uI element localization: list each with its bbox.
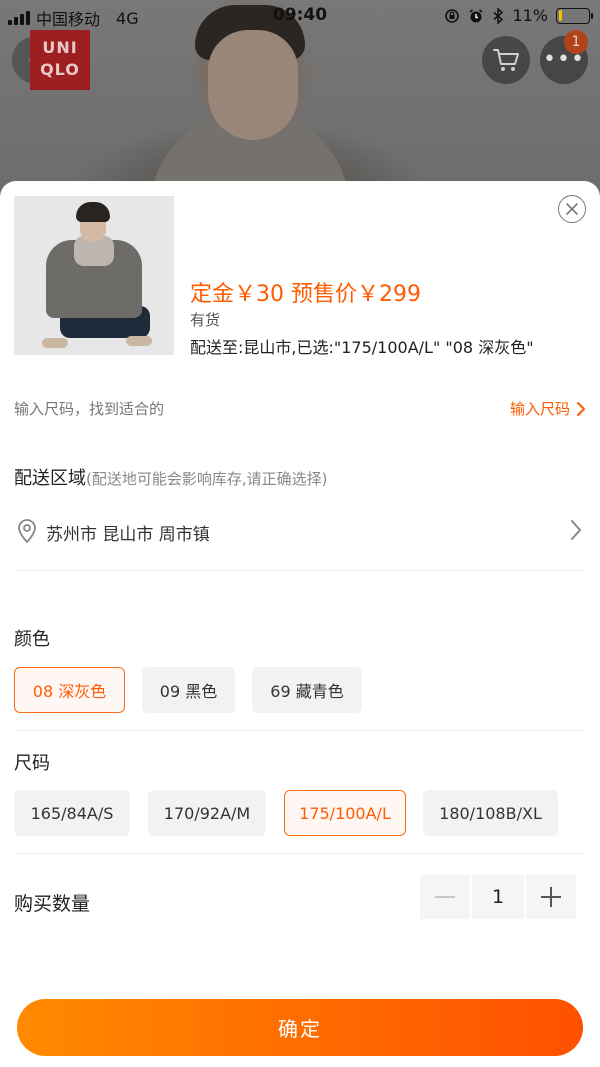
cart-button[interactable] xyxy=(482,36,530,84)
battery-icon xyxy=(556,7,593,24)
cart-badge: 1 xyxy=(564,30,588,54)
cart-icon xyxy=(493,49,519,71)
size-label: 尺码 xyxy=(14,753,50,774)
address-text: 苏州市 昆山市 周市镇 xyxy=(46,525,210,545)
quantity-increase-button[interactable] xyxy=(526,875,576,919)
size-finder-hint: 输入尺码，找到适合的 xyxy=(14,400,165,418)
quantity-decrease-button[interactable] xyxy=(420,875,470,919)
minus-icon xyxy=(435,896,455,898)
alarm-icon xyxy=(469,8,483,22)
color-option-69[interactable]: 69 藏青色 xyxy=(252,667,362,713)
size-option-s[interactable]: 165/84A/S xyxy=(14,790,130,836)
size-option-m[interactable]: 170/92A/M xyxy=(148,790,266,836)
size-option-l[interactable]: 175/100A/L xyxy=(284,790,406,836)
confirm-button[interactable]: 确定 xyxy=(17,999,583,1056)
product-price: 定金￥30 预售价￥299 xyxy=(190,282,421,307)
enter-size-label: 输入尺码 xyxy=(509,400,570,418)
chevron-right-icon xyxy=(577,401,585,416)
delivery-region-note: (配送地可能会影响库存,请正确选择) xyxy=(86,470,328,488)
battery-percent: 11% xyxy=(512,6,548,25)
quantity-stepper: 1 xyxy=(420,875,576,919)
quantity-input[interactable]: 1 xyxy=(472,875,524,919)
bluetooth-icon xyxy=(493,7,504,24)
delivery-summary: 配送至:昆山市,已选:"175/100A/L" "08 深灰色" xyxy=(190,338,534,357)
divider xyxy=(14,570,586,571)
divider xyxy=(14,853,586,854)
color-option-09[interactable]: 09 黑色 xyxy=(142,667,235,713)
orientation-lock-icon xyxy=(445,8,460,23)
battery-level xyxy=(558,10,562,21)
color-option-08[interactable]: 08 深灰色 xyxy=(14,667,125,713)
color-label: 颜色 xyxy=(14,629,50,650)
close-icon xyxy=(566,203,578,215)
delivery-region-title: 配送区域(配送地可能会影响库存,请正确选择) xyxy=(14,464,327,490)
close-button[interactable] xyxy=(558,195,586,223)
size-option-xl[interactable]: 180/108B/XL xyxy=(423,790,558,836)
quantity-label: 购买数量 xyxy=(14,893,91,915)
stock-status: 有货 xyxy=(190,311,221,329)
brand-logo: UNI QLO xyxy=(30,30,90,90)
plus-icon xyxy=(541,887,561,907)
chevron-right-icon xyxy=(571,520,581,540)
delivery-region-label: 配送区域 xyxy=(14,468,86,489)
status-bar: 中国移动 4G 09:40 11% xyxy=(0,0,600,32)
enter-size-link[interactable]: 输入尺码 xyxy=(510,398,586,419)
more-icon: ••• xyxy=(543,47,585,72)
address-selector[interactable]: 苏州市 昆山市 周市镇 xyxy=(14,512,586,552)
size-finder-row: 输入尺码，找到适合的 输入尺码 xyxy=(14,398,586,422)
divider xyxy=(14,730,586,731)
location-pin-icon xyxy=(18,519,36,543)
product-thumbnail xyxy=(14,196,174,355)
